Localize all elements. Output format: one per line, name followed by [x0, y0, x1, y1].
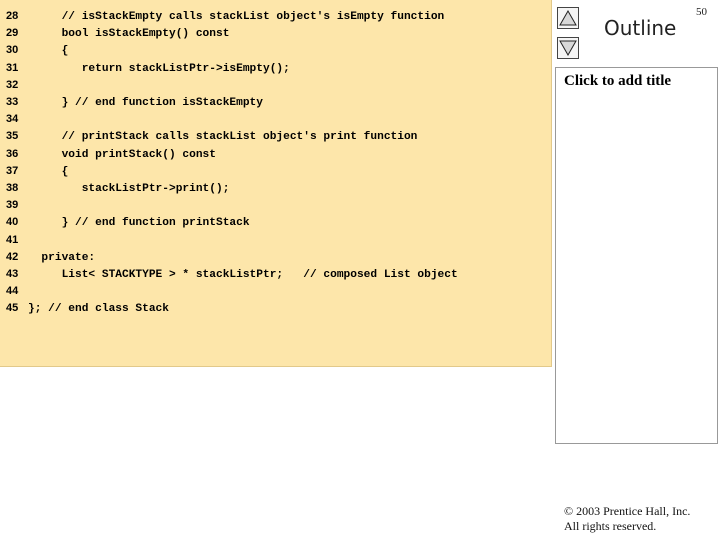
- code-text: {: [28, 45, 69, 58]
- line-number: 28: [6, 10, 19, 22]
- code-line: 32: [0, 77, 28, 94]
- previous-slide-button[interactable]: [557, 7, 579, 29]
- code-text: // isStackEmpty calls stackList object's…: [28, 11, 445, 23]
- line-number: 33: [6, 96, 19, 108]
- line-number: 44: [6, 285, 19, 298]
- line-number: 32: [6, 78, 19, 91]
- code-text: {: [28, 165, 69, 178]
- code-line: 37 {: [0, 163, 68, 180]
- line-number: 41: [6, 233, 19, 246]
- line-number: 37: [6, 164, 19, 177]
- code-line: 35 // printStack calls stackList object'…: [0, 128, 417, 145]
- slide-number: 50: [696, 6, 707, 18]
- code-line: 33 } // end function isStackEmpty: [0, 94, 263, 111]
- code-line: 44: [0, 283, 28, 300]
- next-slide-button[interactable]: [557, 37, 579, 59]
- line-number: 34: [6, 113, 19, 126]
- code-listing-panel: 28 // isStackEmpty calls stackList objec…: [0, 0, 552, 367]
- code-text: } // end function isStackEmpty: [28, 97, 263, 109]
- code-text: return stackListPtr->isEmpty();: [28, 62, 290, 75]
- line-number: 39: [6, 199, 19, 212]
- line-number: 35: [6, 130, 19, 143]
- code-text: } // end function printStack: [28, 217, 250, 230]
- code-line: 29 bool isStackEmpty() const: [0, 25, 229, 42]
- copyright-line-1: © 2003 Prentice Hall, Inc.: [564, 504, 691, 518]
- code-text: void printStack() const: [28, 148, 216, 161]
- triangle-up-icon: [559, 10, 577, 26]
- code-text: private:: [28, 251, 96, 264]
- code-text: // printStack calls stackList object's p…: [28, 131, 418, 144]
- code-line: 30 {: [0, 42, 68, 59]
- line-number: 36: [6, 147, 19, 160]
- triangle-down-icon: [559, 40, 577, 56]
- copyright-notice: © 2003 Prentice Hall, Inc. All rights re…: [564, 504, 690, 534]
- code-line: 36 void printStack() const: [0, 146, 216, 163]
- code-line: 38 stackListPtr->print();: [0, 180, 229, 197]
- copyright-line-2: All rights reserved.: [564, 519, 657, 533]
- line-number: 30: [6, 44, 19, 57]
- code-line: 39: [0, 197, 28, 214]
- code-line: 43 List< STACKTYPE > * stackListPtr; // …: [0, 266, 458, 283]
- code-line: 40 } // end function printStack: [0, 214, 250, 231]
- notes-panel[interactable]: Click to add title: [555, 67, 718, 444]
- line-number: 40: [6, 216, 19, 229]
- line-number: 38: [6, 182, 19, 194]
- notes-title-placeholder[interactable]: Click to add title: [564, 73, 671, 90]
- line-number: 31: [6, 61, 19, 74]
- code-text: bool isStackEmpty() const: [28, 28, 230, 41]
- line-number: 45: [6, 302, 19, 315]
- line-number: 42: [6, 250, 19, 263]
- outline-label[interactable]: Outline: [604, 16, 676, 40]
- line-number: 29: [6, 27, 19, 40]
- code-text: List< STACKTYPE > * stackListPtr; // com…: [28, 269, 458, 281]
- code-line: 34: [0, 111, 28, 128]
- code-line: 31 return stackListPtr->isEmpty();: [0, 60, 290, 77]
- line-number: 43: [6, 268, 19, 280]
- code-line: 45 }; // end class Stack: [0, 300, 169, 317]
- code-text: }; // end class Stack: [28, 303, 169, 316]
- code-line: 41: [0, 232, 28, 249]
- code-line: 42 private:: [0, 249, 95, 266]
- code-line: 28 // isStackEmpty calls stackList objec…: [0, 8, 444, 25]
- code-text: stackListPtr->print();: [28, 183, 230, 195]
